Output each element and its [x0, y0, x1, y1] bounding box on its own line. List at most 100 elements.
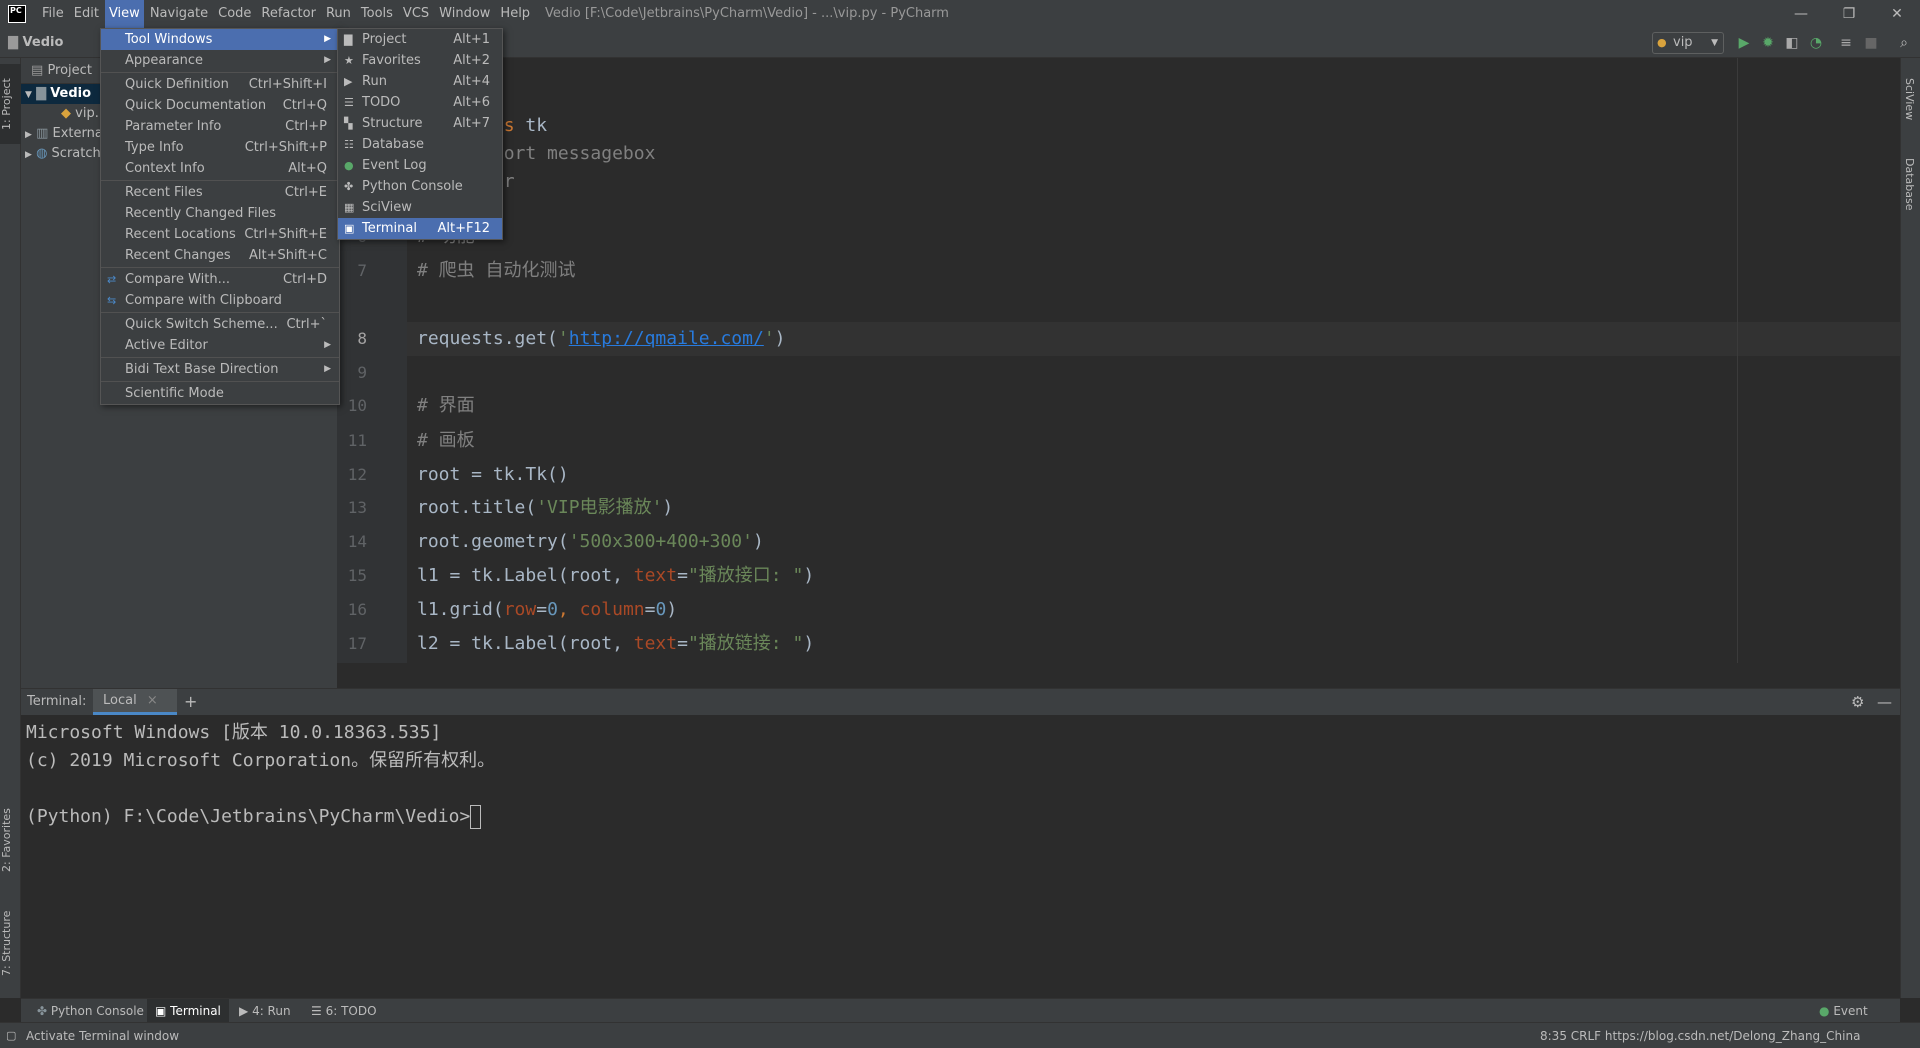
close-tab-icon[interactable]: × — [147, 693, 158, 708]
status-window-icon[interactable]: ▢ — [6, 1023, 16, 1048]
menu-window[interactable]: Window — [435, 0, 494, 28]
compare-icon: ⇄ — [107, 273, 117, 286]
expand-arrow-icon: ▶ — [25, 130, 32, 140]
menu-run[interactable]: Run — [322, 0, 355, 28]
tab-local[interactable]: Local × — [93, 689, 177, 715]
debug-icon[interactable]: ✹ — [1759, 34, 1777, 52]
right-tool-strip: SciView Database — [1900, 58, 1920, 998]
menu-item-context-info[interactable]: Context Info Alt+Q — [101, 158, 339, 179]
menu-item-compare-with[interactable]: ⇄ Compare With... Ctrl+D — [101, 269, 339, 290]
tab-run[interactable]: ▶ 4: Run — [231, 999, 299, 1023]
title-bar: PC File Edit View Navigate Code Refactor… — [0, 0, 1920, 28]
submenu-item-database[interactable]: ☷ Database — [338, 134, 502, 155]
terminal-panel[interactable]: Terminal: Local × + ⚙ — Microsoft Window… — [21, 688, 1900, 998]
tab-python-console[interactable]: ✤ Python Console — [29, 999, 152, 1023]
code-line: 12 root = tk.Tk() — [347, 464, 569, 485]
tab-terminal[interactable]: ▣ Terminal — [147, 999, 229, 1023]
code-line: 11 # 画板 — [347, 430, 475, 451]
code-editor[interactable]: requests kinter as tk nter import messag… — [337, 58, 1900, 663]
code-line: 6 # 功能 — [337, 220, 1900, 254]
status-message: Activate Terminal window — [26, 1029, 180, 1043]
menu-item-recently-changed-files[interactable]: Recently Changed Files — [101, 203, 339, 224]
minimize-button[interactable]: — — [1778, 0, 1824, 28]
submenu-item-event-log[interactable]: ● Event Log — [338, 155, 502, 176]
submenu-item-terminal[interactable]: ▣ Terminal Alt+F12 — [338, 218, 502, 239]
pycharm-logo-icon: PC — [8, 5, 26, 23]
menu-item-quick-switch-scheme[interactable]: Quick Switch Scheme... Ctrl+` — [101, 314, 339, 335]
tab-structure[interactable]: 7: Structure — [0, 903, 21, 983]
close-window-button[interactable]: ✕ — [1874, 0, 1920, 28]
coverage-icon[interactable]: ◧ — [1783, 34, 1801, 52]
scratches-icon: ◍ — [36, 146, 48, 161]
submenu-arrow-icon: ▶ — [324, 340, 331, 350]
gear-icon[interactable]: ⚙ — [1851, 689, 1864, 715]
menu-item-appearance[interactable]: Appearance ▶ — [101, 50, 339, 71]
menu-separator — [101, 267, 339, 268]
menu-item-parameter-info[interactable]: Parameter Info Ctrl+P — [101, 116, 339, 137]
code-line-current: 8 requests.get('http://qmaile.com/') — [357, 328, 786, 349]
menu-item-scientific-mode[interactable]: Scientific Mode — [101, 383, 339, 404]
menu-item-quick-definition[interactable]: Quick Definition Ctrl+Shift+I — [101, 74, 339, 95]
menu-item-quick-documentation[interactable]: Quick Documentation Ctrl+Q — [101, 95, 339, 116]
menu-refactor[interactable]: Refactor — [257, 0, 320, 28]
submenu-item-structure[interactable]: ▚ Structure Alt+7 — [338, 113, 502, 134]
menu-item-bidi-text[interactable]: Bidi Text Base Direction ▶ — [101, 359, 339, 380]
menu-bar: File Edit View Navigate Code Refactor Ru… — [38, 0, 536, 28]
todo-icon: ☰ — [311, 1004, 322, 1018]
menu-item-type-info[interactable]: Type Info Ctrl+Shift+P — [101, 137, 339, 158]
menu-item-compare-clipboard[interactable]: ⇆ Compare with Clipboard — [101, 290, 339, 311]
menu-item-recent-files[interactable]: Recent Files Ctrl+E — [101, 182, 339, 203]
concurrency-icon[interactable]: ≡ — [1837, 34, 1855, 52]
submenu-arrow-icon: ▶ — [324, 364, 331, 374]
breadcrumb-project[interactable]: Vedio — [23, 35, 64, 50]
menu-vcs[interactable]: VCS — [399, 0, 433, 28]
menu-separator — [101, 381, 339, 382]
menu-separator — [101, 72, 339, 73]
tab-todo[interactable]: ☰ 6: TODO — [303, 999, 385, 1023]
code-line: 9 — [357, 363, 367, 382]
terminal-prompt: (Python) F:\Code\Jetbrains\PyCharm\Vedio… — [26, 803, 482, 831]
search-icon[interactable]: ⌕ — [1895, 34, 1913, 52]
submenu-item-run[interactable]: ▶ Run Alt+4 — [338, 71, 502, 92]
restore-button[interactable]: ❐ — [1826, 0, 1872, 28]
menu-view[interactable]: View — [104, 0, 144, 28]
terminal-header: Terminal: Local × + ⚙ — — [21, 689, 1900, 715]
run-icon[interactable]: ▶ — [1735, 34, 1753, 52]
submenu-item-favorites[interactable]: ★ Favorites Alt+2 — [338, 50, 502, 71]
menu-edit[interactable]: Edit — [70, 0, 103, 28]
new-terminal-button[interactable]: + — [184, 689, 197, 715]
code-line: 15 l1 = tk.Label(root, text="播放接口: ") — [347, 565, 815, 586]
run-config-select[interactable]: ● vip ▼ — [1652, 32, 1724, 54]
status-info[interactable]: 8:35 CRLF https://blog.csdn.net/Delong_Z… — [1540, 1023, 1860, 1048]
menu-file[interactable]: File — [38, 0, 68, 28]
code-line: 16 l1.grid(row=0, column=0) — [347, 599, 678, 620]
python-file-icon: ◆ — [61, 106, 71, 121]
menu-item-recent-changes[interactable]: Recent Changes Alt+Shift+C — [101, 245, 339, 266]
menu-code[interactable]: Code — [214, 0, 255, 28]
submenu-item-sciview[interactable]: ▦ SciView — [338, 197, 502, 218]
menu-separator — [101, 180, 339, 181]
tab-favorites[interactable]: 2: Favorites — [0, 798, 21, 883]
tab-project[interactable]: 1: Project — [0, 64, 21, 144]
menu-help[interactable]: Help — [496, 0, 534, 28]
menu-navigate[interactable]: Navigate — [146, 0, 212, 28]
tool-windows-submenu: ▇ Project Alt+1 ★ Favorites Alt+2 ▶ Run Alt+4 … — [337, 28, 503, 240]
menu-tools[interactable]: Tools — [357, 0, 397, 28]
submenu-item-project[interactable]: ▇ Project Alt+1 — [338, 29, 502, 50]
menu-item-recent-locations[interactable]: Recent Locations Ctrl+Shift+E — [101, 224, 339, 245]
project-header-label[interactable]: Project — [47, 63, 91, 78]
menu-item-active-editor[interactable]: Active Editor ▶ — [101, 335, 339, 356]
code-line: 14 root.geometry('500x300+400+300') — [347, 531, 764, 552]
submenu-item-todo[interactable]: ☰ TODO Alt+6 — [338, 92, 502, 113]
tab-database[interactable]: Database — [1903, 158, 1916, 211]
run-icon: ▶ — [239, 1004, 249, 1018]
tab-sciview[interactable]: SciView — [1903, 78, 1916, 120]
url-link[interactable]: http://qmaile.com/ — [569, 328, 764, 349]
menu-separator — [101, 312, 339, 313]
submenu-item-python-console[interactable]: ✤ Python Console — [338, 176, 502, 197]
profile-icon[interactable]: ◔ — [1807, 34, 1825, 52]
menu-item-tool-windows[interactable]: Tool Windows ▶ — [101, 29, 339, 50]
hide-panel-icon[interactable]: — — [1877, 689, 1892, 715]
stop-icon[interactable]: ■ — [1862, 34, 1880, 52]
python-console-icon: ✤ — [37, 1004, 48, 1018]
